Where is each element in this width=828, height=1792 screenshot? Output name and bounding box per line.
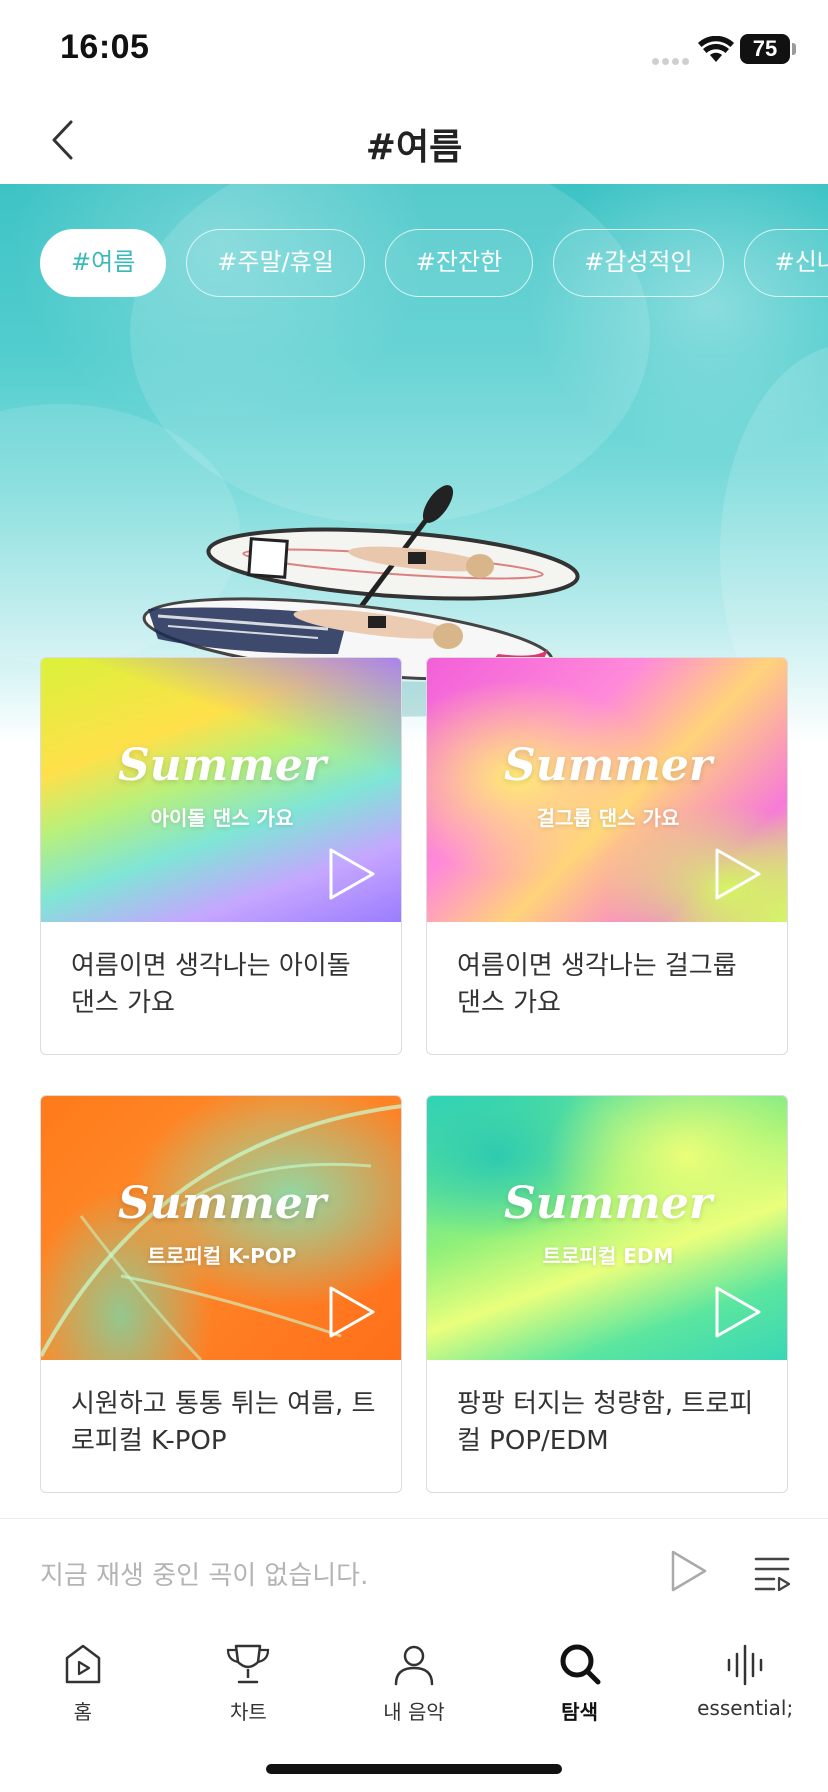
playlist-cover: Summer 걸그룹 댄스 가요: [427, 658, 787, 922]
nav-explore[interactable]: 탐색: [497, 1624, 663, 1744]
page-title: #여름: [365, 127, 463, 168]
nav-chart[interactable]: 차트: [166, 1624, 332, 1744]
now-playing-text: 지금 재생 중인 곡이 없습니다.: [40, 1561, 369, 1591]
playlist-cover: Summer 트로피컬 K-POP: [41, 1096, 401, 1360]
playlist-title: 여름이면 생각나는 아이돌 댄스 가요: [71, 951, 351, 1018]
status-time: 16:05: [60, 28, 150, 66]
play-icon[interactable]: [325, 1284, 377, 1340]
play-icon[interactable]: [325, 846, 377, 902]
playlist-card[interactable]: Summer 걸그룹 댄스 가요 여름이면 생각나는 걸그룹 댄스 가요: [426, 657, 788, 1055]
playlist-title: 여름이면 생각나는 걸그룹 댄스 가요: [457, 951, 737, 1018]
cover-subtitle: 트로피컬 EDM: [542, 1244, 674, 1268]
playlist-title: 시원하고 통통 튀는 여름, 트로피컬 K-POP: [71, 1389, 376, 1456]
trophy-icon: [227, 1644, 270, 1684]
search-icon: [560, 1644, 601, 1685]
cover-subtitle: 아이돌 댄스 가요: [150, 806, 294, 830]
nav-my-music[interactable]: 내 음악: [331, 1624, 497, 1744]
tag-chip-calm[interactable]: #잔잔한: [384, 229, 534, 297]
nav-label: 내 음악: [383, 1700, 445, 1724]
bottom-nav: 홈 차트 내 음악 탐색 essential;: [0, 1624, 828, 1744]
play-icon[interactable]: [711, 846, 763, 902]
cover-title: Summer: [117, 740, 327, 791]
cover-subtitle: 트로피컬 K-POP: [147, 1244, 297, 1268]
nav-label: 탐색: [561, 1700, 598, 1724]
cellular-signal-icon: [652, 50, 692, 69]
tag-chip-row: #여름 #주말/휴일 #잔잔한 #감성적인 #신나는: [40, 229, 828, 297]
playlist-title: 팡팡 터지는 청량함, 트로피컬 POP/EDM: [457, 1389, 754, 1456]
playlist-card[interactable]: Summer 트로피컬 K-POP 시원하고 통통 튀는 여름, 트로피컬 K-…: [40, 1095, 402, 1493]
cover-title: Summer: [503, 740, 713, 791]
playlist-cover: Summer 트로피컬 EDM: [427, 1096, 787, 1360]
cover-title: Summer: [117, 1178, 327, 1229]
playlist-card[interactable]: Summer 트로피컬 EDM 팡팡 터지는 청량함, 트로피컬 POP/EDM: [426, 1095, 788, 1493]
header: #여름: [0, 96, 828, 184]
playlist-queue-icon[interactable]: [752, 1553, 792, 1593]
wifi-icon: [698, 36, 734, 62]
person-icon: [394, 1645, 434, 1686]
mini-player[interactable]: 지금 재생 중인 곡이 없습니다.: [0, 1518, 828, 1624]
cover-subtitle: 걸그룹 댄스 가요: [536, 806, 680, 830]
nav-label: 홈: [73, 1700, 92, 1724]
nav-label: essential;: [697, 1696, 794, 1720]
home-indicator[interactable]: [266, 1764, 562, 1774]
nav-essential[interactable]: essential;: [662, 1624, 828, 1744]
battery-cap: [792, 43, 796, 55]
tag-chip-emotional[interactable]: #감성적인: [553, 229, 724, 297]
playlist-card[interactable]: Summer 아이돌 댄스 가요 여름이면 생각나는 아이돌 댄스 가요: [40, 657, 402, 1055]
battery-icon: 75: [740, 34, 790, 64]
tag-chip-exciting[interactable]: #신나는: [743, 229, 828, 297]
tag-chip-summer[interactable]: #여름: [40, 229, 167, 297]
waveform-icon: [727, 1644, 763, 1686]
nav-label: 차트: [229, 1700, 267, 1724]
tag-chip-weekend[interactable]: #주말/휴일: [186, 229, 365, 297]
status-bar: 16:05 75: [0, 0, 828, 96]
play-icon[interactable]: [711, 1284, 763, 1340]
nav-home[interactable]: 홈: [0, 1624, 166, 1744]
playlist-cover: Summer 아이돌 댄스 가요: [41, 658, 401, 922]
home-play-icon: [65, 1644, 101, 1684]
cover-title: Summer: [503, 1178, 713, 1229]
play-icon[interactable]: [668, 1549, 708, 1593]
